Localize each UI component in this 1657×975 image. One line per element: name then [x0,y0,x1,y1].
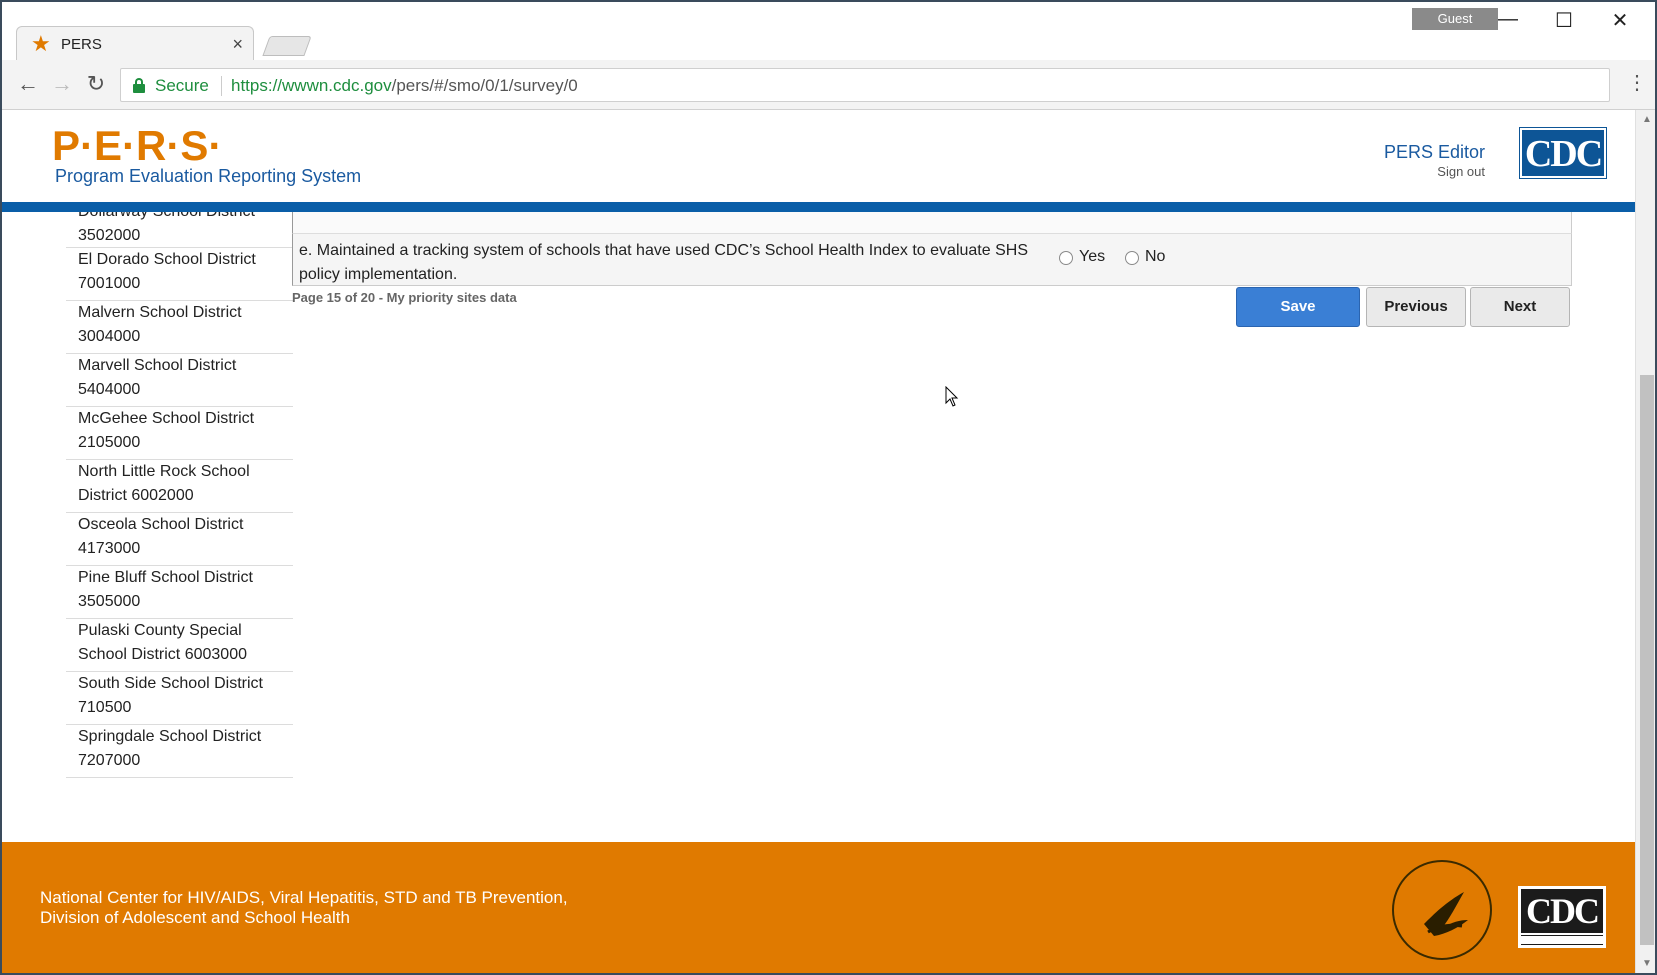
browser-toolbar: ← → ↻ Secure https://wwwn.cdc.gov/pers/#… [2,60,1655,110]
site-list-item[interactable]: Marvell School District 5404000 [66,354,293,407]
browser-tab[interactable]: ★ PERS × [16,26,254,62]
scroll-up-icon[interactable]: ▲ [1642,114,1652,125]
question-row: e. Maintained a tracking system of schoo… [292,234,1572,286]
footer-line-1: National Center for HIV/AIDS, Viral Hepa… [40,888,568,907]
pers-logo-subtitle: Program Evaluation Reporting System [55,166,362,186]
browser-menu-icon[interactable]: ⋮ [1627,70,1647,95]
previous-button[interactable]: Previous [1366,287,1466,327]
guest-profile-badge[interactable]: Guest [1412,8,1498,30]
site-list-item[interactable]: Dollarway School District 3502000 [66,212,293,248]
address-bar[interactable]: Secure https://wwwn.cdc.gov/pers/#/smo/0… [120,68,1610,102]
user-role-label: PERS Editor [1383,142,1485,162]
pers-logo[interactable]: P·E·R·S· [52,122,222,170]
cdc-footer-logo-tagline [1521,935,1603,945]
tab-close-icon[interactable]: × [232,34,243,55]
cdc-footer-logo-text: CDC [1521,889,1603,933]
header-band [2,202,1635,212]
question-table: e. Maintained a tracking system of schoo… [292,212,1572,286]
sign-out-link[interactable]: Sign out [1437,164,1485,179]
url-text[interactable]: https://wwwn.cdc.gov/pers/#/smo/0/1/surv… [231,76,578,96]
lock-icon [133,78,145,93]
page-viewport: P·E·R·S· Program Evaluation Reporting Sy… [2,110,1635,973]
maximize-icon[interactable]: ☐ [1544,8,1584,33]
site-list: Dollarway School District 3502000 El Dor… [66,212,293,778]
url-path: /pers/#/smo/0/1/survey/0 [391,76,578,95]
secure-label: Secure [155,76,209,95]
minimize-icon[interactable]: — [1488,8,1528,31]
footer-line-2: Division of Adolescent and School Health [40,908,350,927]
yes-radio[interactable] [1059,251,1073,265]
previous-question-row [292,212,1572,234]
site-list-item[interactable]: Osceola School District 4173000 [66,513,293,566]
tab-title: PERS [61,36,102,53]
url-host: https://wwwn.cdc.gov [231,76,392,95]
no-label[interactable]: No [1145,248,1165,266]
question-text: e. Maintained a tracking system of schoo… [299,242,1028,283]
page-indicator: Page 15 of 20 - My priority sites data [292,290,517,305]
cdc-logo[interactable]: CDC [1519,127,1607,179]
site-list-item[interactable]: El Dorado School District 7001000 [66,248,293,301]
next-button[interactable]: Next [1470,287,1570,327]
yes-label[interactable]: Yes [1079,248,1105,266]
forward-arrow-icon[interactable]: → [48,72,76,96]
cdc-footer-logo[interactable]: CDC [1518,886,1606,948]
site-header: P·E·R·S· Program Evaluation Reporting Sy… [2,110,1635,202]
site-list-item[interactable]: Springdale School District 7207000 [66,725,293,778]
scrollbar-thumb[interactable] [1640,375,1654,945]
site-list-item[interactable]: Pulaski County Special School District 6… [66,619,293,672]
mouse-cursor-icon [945,386,959,407]
footer-text: National Center for HIV/AIDS, Viral Hepa… [40,888,568,928]
site-list-item[interactable]: South Side School District 710500 [66,672,293,725]
reload-icon[interactable]: ↻ [82,72,110,96]
site-list-item[interactable]: North Little Rock School District 600200… [66,460,293,513]
site-list-item[interactable]: Malvern School District 3004000 [66,301,293,354]
back-arrow-icon[interactable]: ← [14,72,42,96]
close-window-icon[interactable]: ✕ [1600,8,1640,33]
site-list-item[interactable]: Pine Bluff School District 3505000 [66,566,293,619]
new-tab-button[interactable] [262,36,312,56]
star-favicon-icon: ★ [31,31,51,56]
hhs-seal-icon[interactable] [1392,860,1492,960]
browser-window: ★ PERS × Guest — ☐ ✕ ← → ↻ Secure https:… [0,0,1657,975]
no-radio[interactable] [1125,251,1139,265]
omnibox-separator [221,76,222,96]
site-list-item[interactable]: McGehee School District 2105000 [66,407,293,460]
scroll-down-icon[interactable]: ▼ [1642,958,1652,969]
site-footer: National Center for HIV/AIDS, Viral Hepa… [2,842,1635,973]
page-scrollbar[interactable]: ▲ ▼ [1635,110,1655,973]
save-button[interactable]: Save [1236,287,1360,327]
browser-titlebar: ★ PERS × Guest — ☐ ✕ [2,2,1655,62]
